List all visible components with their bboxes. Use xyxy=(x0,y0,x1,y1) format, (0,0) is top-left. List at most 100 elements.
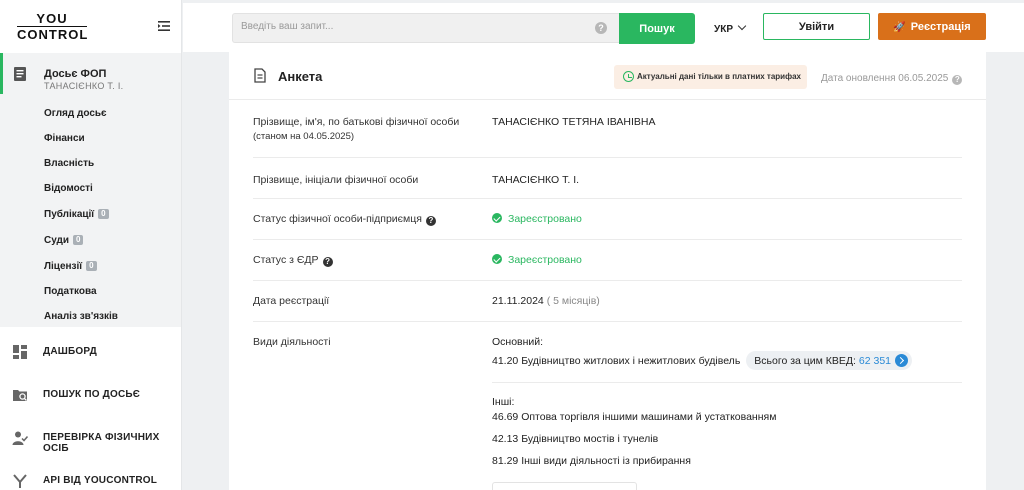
sidebar-item-publications[interactable]: Публікації 0 xyxy=(44,209,109,220)
search-button[interactable]: Пошук xyxy=(619,13,695,44)
main-activity-label: Основний: xyxy=(492,336,544,348)
sidebar-item-label: Ліцензії xyxy=(44,261,83,272)
sidebar-item-property[interactable]: Власність xyxy=(44,158,94,169)
api-icon xyxy=(13,474,27,488)
nav-dossier-search[interactable]: ПОШУК ПО ДОСЬЄ xyxy=(0,374,181,414)
check-circle-icon xyxy=(492,213,502,223)
status-text: Зареєстровано xyxy=(508,213,582,225)
sidebar-item-courts[interactable]: Суди 0 xyxy=(44,235,84,246)
sidebar-item-connections[interactable]: Аналіз зв'язків xyxy=(44,311,118,322)
nav-label: ПЕРЕВІРКА ФІЗИЧНИХ ОСІБ xyxy=(43,432,160,454)
person-check-icon xyxy=(12,431,28,445)
paid-data-notice[interactable]: Актуальні дані тільки в платних тарифах xyxy=(614,65,807,89)
row-label: Прізвище, ім'я, по батькові фізичної осо… xyxy=(253,116,460,128)
row-label: Дата реєстрації xyxy=(253,295,330,307)
row-short-name: Прізвище, ініціали фізичної особи ТАНАСІ… xyxy=(253,158,962,199)
help-icon[interactable]: ? xyxy=(425,216,436,226)
count-badge: 0 xyxy=(86,261,97,271)
dossier-icon xyxy=(14,67,26,81)
nav-dashboard[interactable]: ДАШБОРД xyxy=(0,331,181,371)
dossier-title[interactable]: Досьє ФОП xyxy=(44,68,106,80)
row-status-fop: Статус фізичної особи-підприємця? Зареєс… xyxy=(253,199,962,240)
chevron-down-icon xyxy=(737,21,747,31)
card-title: Анкета xyxy=(278,69,323,84)
language-selector[interactable]: УКР xyxy=(714,21,747,35)
sidebar-item-tax[interactable]: Податкова xyxy=(44,286,97,297)
dashboard-icon xyxy=(13,345,27,359)
row-label: Статус фізичної особи-підприємця? xyxy=(253,213,436,226)
help-icon[interactable]: ? xyxy=(595,22,607,34)
login-button[interactable]: Увійти xyxy=(763,13,870,40)
search-input[interactable] xyxy=(241,21,581,32)
search-box: ? xyxy=(232,13,619,43)
notice-text: Актуальні дані тільки в платних тарифах xyxy=(637,72,801,81)
other-activity-label: Інші: xyxy=(492,396,515,408)
other-activity: 81.29 Інші види діяльності із прибирання xyxy=(492,455,691,467)
row-activities: Види діяльності Основний: 41.20 Будівниц… xyxy=(253,322,962,490)
register-button[interactable]: 🚀 Реєстрація xyxy=(878,13,986,40)
sidebar-item-info[interactable]: Відомості xyxy=(44,183,93,194)
more-box xyxy=(492,482,637,490)
row-reg-date: Дата реєстрації 21.11.2024 ( 5 місяців) xyxy=(253,281,962,322)
sidebar-item-label: Суди xyxy=(44,235,70,246)
row-label-text: Статус з ЄДР xyxy=(253,254,319,266)
sidebar-item-label: Власність xyxy=(44,158,95,169)
row-label: Прізвище, ініціали фізичної особи xyxy=(253,174,419,186)
dossier-subtitle: ТАНАСІЄНКО Т. І. xyxy=(44,81,124,91)
card-header: Анкета Актуальні дані тільки в платних т… xyxy=(229,52,986,100)
sidebar-item-overview[interactable]: Огляд досьє xyxy=(44,108,107,119)
row-status-edr: Статус з ЄДР? Зареєстровано xyxy=(253,240,962,281)
active-indicator xyxy=(0,53,3,94)
row-label: Статус з ЄДР? xyxy=(253,254,333,267)
row-value: ТАНАСІЄНКО ТЕТЯНА ІВАНІВНА xyxy=(492,116,656,128)
language-label: УКР xyxy=(714,24,733,35)
other-activity: 42.13 Будівництво мостів і тунелів xyxy=(492,433,659,445)
update-date: Дата оновлення 06.05.2025? xyxy=(821,73,963,85)
activities-divider xyxy=(492,382,962,383)
logo-line-1: YOU xyxy=(36,11,68,26)
profile-card: Анкета Актуальні дані тільки в платних т… xyxy=(229,52,986,490)
status-text: Зареєстровано xyxy=(508,254,582,266)
help-icon[interactable]: ? xyxy=(322,257,333,267)
rocket-icon: 🚀 xyxy=(893,21,906,33)
top-header: ? Пошук УКР Увійти 🚀 Реєстрація xyxy=(183,0,1024,52)
count-badge: 0 xyxy=(73,235,84,245)
kved-total-pill[interactable]: Всього за цим КВЕД: 62 351 xyxy=(746,351,913,370)
sidebar-item-label: Відомості xyxy=(44,183,93,194)
chevron-right-icon xyxy=(895,354,909,367)
sidebar-item-label: Публікації xyxy=(44,209,95,220)
sidebar-item-finance[interactable]: Фінанси xyxy=(44,133,85,144)
sidebar-item-licenses[interactable]: Ліцензії 0 xyxy=(44,261,97,272)
kved-total-value: 62 351 xyxy=(858,355,892,367)
dossier-section: Досьє ФОП ТАНАСІЄНКО Т. І. Огляд досьє Ф… xyxy=(0,53,181,327)
status-badge: Зареєстровано xyxy=(492,213,582,225)
document-icon xyxy=(254,68,266,83)
sidebar-item-label: Аналіз зв'язків xyxy=(44,311,118,322)
row-label-text: Статус фізичної особи-підприємця xyxy=(253,213,422,225)
nav-label: ДАШБОРД xyxy=(43,346,97,357)
sidebar-item-label: Фінанси xyxy=(44,133,85,144)
sidebar-item-label: Огляд досьє xyxy=(44,108,107,119)
youcontrol-logo[interactable]: YOU CONTROL xyxy=(17,12,87,42)
sidebar-item-label: Податкова xyxy=(44,286,97,297)
status-badge: Зареєстровано xyxy=(492,254,582,266)
reg-date-duration: ( 5 місяців) xyxy=(546,295,600,307)
nav-api[interactable]: API ВІД YOUCONTROL xyxy=(0,460,181,490)
update-date-text: Дата оновлення 06.05.2025 xyxy=(821,73,949,84)
nav-label: ПОШУК ПО ДОСЬЄ xyxy=(43,389,141,400)
row-full-name: Прізвище, ім'я, по батькові фізичної осо… xyxy=(253,100,962,158)
folder-search-icon xyxy=(13,390,27,401)
help-icon[interactable]: ? xyxy=(952,75,963,85)
kved-total-label: Всього за цим КВЕД: xyxy=(754,355,856,367)
row-note: (станом на 04.05.2025) xyxy=(253,131,355,142)
check-circle-icon xyxy=(492,254,502,264)
nav-person-check[interactable]: ПЕРЕВІРКА ФІЗИЧНИХ ОСІБ xyxy=(0,417,181,457)
clock-icon xyxy=(623,71,634,82)
main-activity: 41.20 Будівництво житлових і нежитлових … xyxy=(492,351,913,370)
register-label: Реєстрація xyxy=(910,20,971,33)
menu-collapse-icon[interactable] xyxy=(157,19,171,33)
logo-line-2: CONTROL xyxy=(17,26,89,42)
main-activity-value: 41.20 Будівництво житлових і нежитлових … xyxy=(492,355,741,367)
row-label: Види діяльності xyxy=(253,336,331,348)
count-badge: 0 xyxy=(98,209,109,219)
